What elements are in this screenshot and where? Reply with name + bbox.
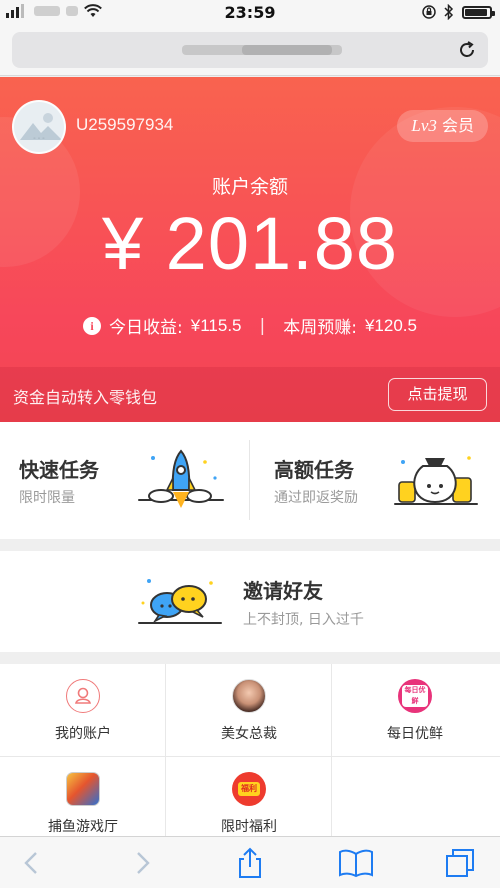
fresh-badge-icon: 每日优鲜 [398,679,432,713]
withdraw-button[interactable]: 点击提现 [388,378,487,411]
game-avatar-icon [232,679,266,713]
today-earnings-label: 今日收益: [109,318,183,338]
forward-icon[interactable] [126,847,158,879]
browser-toolbar [0,836,500,888]
info-icon[interactable]: i [83,316,102,335]
reload-icon[interactable] [456,39,478,61]
tabs-icon[interactable] [444,847,476,879]
feature-grid: 我的账户 美女总裁 每日优鲜 每日优鲜 捕鱼游戏厅 福利 限时福利 [0,664,500,836]
invite-title: 邀请好友 [243,579,323,603]
grid-item-label: 捕鱼游戏厅 [48,819,118,835]
today-earnings-value: ¥115.5 [190,315,242,335]
stats-divider: | [259,315,266,336]
browser-address-bar [0,26,500,76]
high-value-task-subtitle: 通过即返奖励 [274,490,358,506]
bookmarks-icon[interactable] [338,847,374,879]
status-bar: 23:59 [0,0,500,26]
chat-bubbles-icon [138,579,222,624]
balance-label: 账户余额 [211,176,288,198]
level-suffix: 会员 [436,116,474,135]
week-earnings-value: ¥120.5 [364,315,417,335]
avatar[interactable]: ◦ ◦ ◦ [12,100,66,154]
welfare-badge-text: 福利 [238,782,260,796]
welfare-icon: 福利 [232,772,266,806]
grid-item-my-account[interactable]: 我的账户 [0,664,166,756]
fishing-game-icon [66,772,100,806]
grid-item-beauty-ceo[interactable]: 美女总裁 [166,664,332,756]
invite-subtitle: 上不封顶, 日入过千 [243,612,364,628]
account-header: ◦ ◦ ◦ U259597934 Lv3 会员 账户余额 ¥ 201.88 i … [0,77,500,422]
quick-task-title: 快速任务 [19,458,99,482]
back-icon[interactable] [16,847,48,879]
status-right [422,4,495,20]
fresh-badge-text: 每日优鲜 [402,685,428,707]
url-field[interactable] [12,32,488,68]
balance-amount: ¥ 201.88 [101,202,399,285]
high-value-task-title: 高额任务 [274,458,354,482]
member-level-badge[interactable]: Lv3 会员 [397,110,488,142]
level-prefix: Lv3 [411,116,437,135]
user-id: U259597934 [76,115,174,134]
quick-task[interactable]: 快速任务 限时限量 [0,422,250,539]
week-earnings-label: 本周预赚: [283,318,357,338]
grid-item-label: 每日优鲜 [387,726,443,742]
battery-icon [462,5,495,19]
share-icon[interactable] [234,847,266,879]
invite-friends-card[interactable]: 邀请好友 上不封顶, 日入过千 [0,551,500,652]
bluetooth-icon [444,4,454,20]
auto-transfer-text: 资金自动转入零钱包 [13,388,158,407]
orientation-lock-icon [422,5,436,19]
grid-item-label: 限时福利 [221,819,277,835]
grid-item-label: 我的账户 [55,726,111,742]
rocket-icon [138,449,224,508]
quick-task-subtitle: 限时限量 [19,490,75,506]
grid-item-daily-fresh[interactable]: 每日优鲜 每日优鲜 [332,664,498,756]
url-blurred-text-2 [242,45,332,55]
money-bag-icon [394,456,478,505]
tasks-card: 快速任务 限时限量 高额任务 通过即返奖励 [0,422,500,539]
auto-transfer-bar: 资金自动转入零钱包 点击提现 [0,367,500,422]
avatar-caption: ◦ ◦ ◦ [32,136,46,142]
earnings-stats: i 今日收益: ¥115.5 | 本周预赚: ¥120.5 [0,313,500,338]
grid-item-label: 美女总裁 [221,726,277,742]
task-divider [249,440,250,520]
user-icon [66,679,100,713]
mountain-image-icon [20,113,62,140]
high-value-task[interactable]: 高额任务 通过即返奖励 [255,422,500,539]
